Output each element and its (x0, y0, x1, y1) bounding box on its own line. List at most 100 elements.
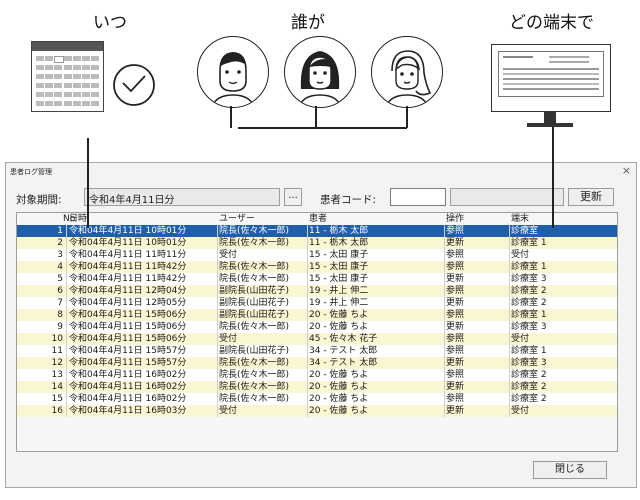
calendar-cell (36, 56, 44, 61)
cell-patient: 15 - 太田 康子 (309, 250, 369, 260)
calendar-cell (91, 65, 100, 70)
cell-patient: 11 - 栃木 太郎 (309, 238, 369, 248)
cell-datetime: 令和04年4月11日 16時03分 (69, 406, 187, 416)
table-row[interactable]: 13 令和04年4月11日 16時02分 院長(佐々木一郎) 20 - 佐藤 ちよ 参照… (17, 369, 617, 381)
cell-patient: 20 - 佐藤 ちよ (309, 406, 369, 416)
refresh-button[interactable]: 更新 (568, 188, 614, 206)
table-row[interactable]: 6 令和04年4月11日 12時04分 副院長(山田花子) 19 - 井上 伸二 参照 診… (17, 285, 617, 297)
calendar-cell (36, 92, 44, 97)
cell-terminal: 診療室 (511, 226, 539, 236)
column-header-terminal[interactable]: 端末 (511, 213, 529, 225)
calendar-cell (36, 74, 44, 79)
table-row[interactable]: 2 令和04年4月11日 10時01分 院長(佐々木一郎) 11 - 栃木 太郎 更新 診… (17, 237, 617, 249)
table-row[interactable]: 15 令和04年4月11日 16時02分 院長(佐々木一郎) 20 - 佐藤 ちよ 参照… (17, 393, 617, 405)
table-row[interactable]: 14 令和04年4月11日 16時02分 院長(佐々木一郎) 20 - 佐藤 ちよ 更新… (17, 381, 617, 393)
cell-no: 16 (51, 406, 63, 416)
calendar-icon (31, 41, 104, 112)
cell-user: 副院長(山田花子) (219, 286, 290, 296)
table-row[interactable]: 16 令和04年4月11日 16時03分 受付 20 - 佐藤 ちよ 更新 受付 (17, 405, 617, 417)
table-row[interactable]: 12 令和04年4月11日 15時57分 院長(佐々木一郎) 34 - テスト 太郎 更… (17, 357, 617, 369)
cell-terminal: 診療室 2 (511, 286, 547, 296)
cell-datetime: 令和04年4月11日 12時04分 (69, 286, 187, 296)
cell-datetime: 令和04年4月11日 15時06分 (69, 322, 187, 332)
table-row[interactable]: 9 令和04年4月11日 15時06分 院長(佐々木一郎) 20 - 佐藤 ちよ 更新 診… (17, 321, 617, 333)
cell-patient: 45 - 佐々木 花子 (309, 334, 378, 344)
calendar-cell (72, 74, 81, 79)
calendar-cell (63, 92, 72, 97)
column-header-user[interactable]: ユーザー (219, 213, 255, 225)
table-row[interactable]: 10 令和04年4月11日 15時06分 受付 45 - 佐々木 花子 参照 受付 (17, 333, 617, 345)
table-row[interactable]: 11 令和04年4月11日 15時57分 副院長(山田花子) 34 - テスト 太郎 参… (17, 345, 617, 357)
cell-op: 更新 (446, 358, 465, 368)
cell-datetime: 令和04年4月11日 11時42分 (69, 274, 187, 284)
calendar-cell (36, 65, 44, 70)
patient-code-input[interactable] (390, 188, 446, 206)
cell-terminal: 診療室 3 (511, 274, 547, 284)
calendar-cell (82, 83, 90, 88)
calendar-cell (63, 74, 72, 79)
table-row[interactable]: 1 令和04年4月11日 10時01分 院長(佐々木一郎) 11 - 栃木 太郎 参照 診… (17, 225, 617, 237)
cell-no: 14 (51, 382, 63, 392)
cell-terminal: 診療室 1 (511, 310, 547, 320)
calendar-cell (63, 101, 72, 106)
close-button[interactable]: 閉じる (533, 461, 607, 479)
calendar-cell (45, 92, 54, 97)
cell-op: 参照 (446, 370, 465, 380)
cell-op: 参照 (446, 394, 465, 404)
column-header-operation[interactable]: 操作 (446, 213, 464, 225)
woman-icon (284, 36, 356, 108)
which-terminal-label: どの端末で (509, 13, 594, 33)
table-row[interactable]: 4 令和04年4月11日 11時42分 院長(佐々木一郎) 15 - 太田 康子 参照 診… (17, 261, 617, 273)
cell-datetime: 令和04年4月11日 12時05分 (69, 298, 187, 308)
connector-line (230, 106, 232, 128)
column-header-patient[interactable]: 患者 (309, 213, 327, 225)
table-row[interactable]: 3 令和04年4月11日 11時11分 受付 15 - 太田 康子 参照 受付 (17, 249, 617, 261)
cell-terminal: 診療室 1 (511, 238, 547, 248)
calendar-cell (72, 92, 81, 97)
calendar-cell (54, 83, 63, 88)
terminal-arrow (552, 127, 554, 228)
cell-patient: 34 - テスト 太郎 (309, 358, 378, 368)
column-header-datetime[interactable]: 日時 (69, 213, 87, 225)
who-label: 誰が (291, 13, 325, 33)
cell-op: 参照 (446, 334, 465, 344)
cell-terminal: 診療室 2 (511, 382, 547, 392)
cell-datetime: 令和04年4月11日 11時42分 (69, 262, 187, 272)
cell-no: 9 (57, 322, 63, 332)
cell-user: 院長(佐々木一郎) (219, 262, 290, 272)
calendar-cell (91, 83, 100, 88)
cell-no: 12 (51, 358, 63, 368)
cell-user: 院長(佐々木一郎) (219, 226, 290, 236)
cell-user: 院長(佐々木一郎) (219, 238, 290, 248)
cell-op: 参照 (446, 262, 465, 272)
cell-patient: 20 - 佐藤 ちよ (309, 322, 369, 332)
cell-terminal: 受付 (511, 334, 530, 344)
column-separator (66, 225, 67, 417)
cell-op: 参照 (446, 286, 465, 296)
cell-terminal: 診療室 2 (511, 298, 547, 308)
period-select-button[interactable]: ... (284, 188, 302, 206)
cell-user: 院長(佐々木一郎) (219, 274, 290, 284)
close-icon[interactable]: × (622, 164, 631, 177)
man-icon (197, 36, 269, 108)
connector-line (238, 127, 407, 129)
cell-datetime: 令和04年4月11日 16時02分 (69, 370, 187, 380)
table-row[interactable]: 5 令和04年4月11日 11時42分 院長(佐々木一郎) 15 - 太田 康子 更新 診… (17, 273, 617, 285)
calendar-cell (45, 83, 54, 88)
cell-datetime: 令和04年4月11日 16時02分 (69, 394, 187, 404)
calendar-cell (72, 65, 81, 70)
calendar-cell (91, 101, 100, 106)
cell-op: 参照 (446, 226, 465, 236)
connector-line (406, 106, 408, 128)
cell-datetime: 令和04年4月11日 10時01分 (69, 226, 187, 236)
cell-user: 副院長(山田花子) (219, 298, 290, 308)
cell-op: 更新 (446, 322, 465, 332)
calendar-cell (36, 83, 44, 88)
table-row[interactable]: 7 令和04年4月11日 12時05分 副院長(山田花子) 19 - 井上 伸二 更新 診… (17, 297, 617, 309)
table-row[interactable]: 8 令和04年4月11日 15時06分 副院長(山田花子) 20 - 佐藤 ちよ 参照 診… (17, 309, 617, 321)
column-separator (217, 225, 218, 417)
period-field[interactable]: 令和4年4月11日分 (84, 188, 280, 206)
cell-datetime: 令和04年4月11日 11時11分 (69, 250, 187, 260)
column-separator (444, 225, 445, 417)
calendar-cell (91, 56, 100, 61)
